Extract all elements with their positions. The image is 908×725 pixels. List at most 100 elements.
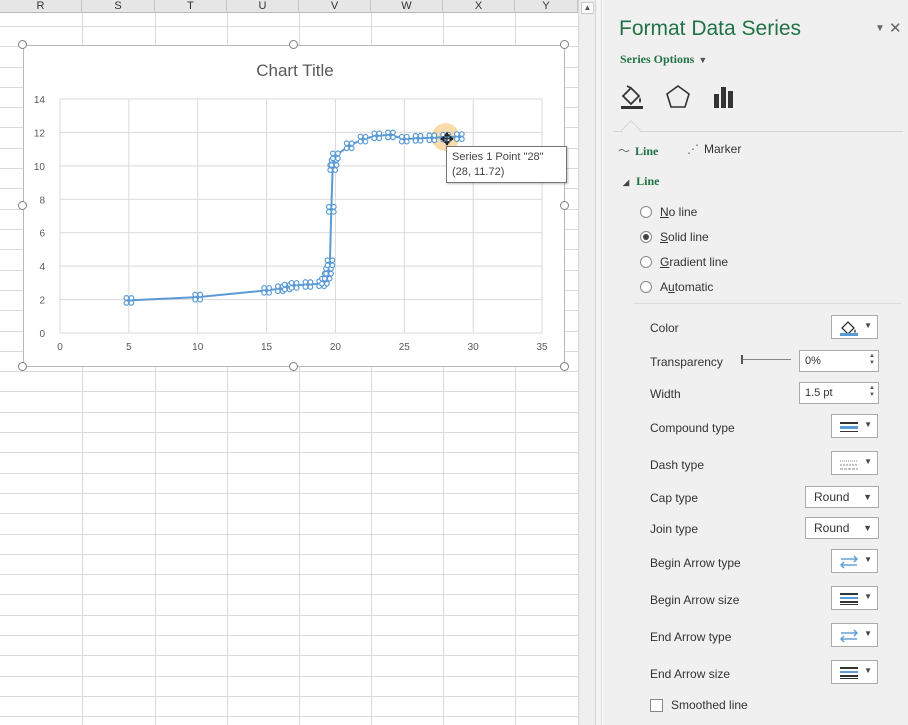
grid-row-line <box>0 696 578 697</box>
resize-handle-left[interactable] <box>18 201 27 210</box>
resize-handle-top[interactable] <box>289 40 298 49</box>
radio-automatic-pre: A <box>660 280 669 294</box>
data-point[interactable] <box>371 130 383 142</box>
y-tick-label: 6 <box>39 229 45 240</box>
radio-gradient-line-label: radient line <box>669 255 729 269</box>
data-point[interactable] <box>343 140 355 152</box>
radio-button[interactable] <box>640 256 652 268</box>
column-header-v[interactable]: V <box>299 0 371 13</box>
data-point[interactable] <box>385 129 396 141</box>
chart-area[interactable]: Chart Title 0 5 10 15 20 25 30 35 0 2 4 6 8 10 12 14 <box>23 45 565 367</box>
slider-thumb[interactable] <box>741 355 743 364</box>
column-header-u[interactable]: U <box>227 0 299 13</box>
begin-arrow-type-dropdown[interactable]: ▼ <box>831 549 878 573</box>
radio-button[interactable] <box>640 206 652 218</box>
tab-marker[interactable]: ⋰ Marker <box>687 142 741 156</box>
scroll-up-arrow-icon[interactable]: ▲ <box>581 2 594 14</box>
series-options-dropdown[interactable]: Series Options ▼ <box>620 52 707 67</box>
data-point[interactable] <box>288 279 300 291</box>
smoothed-line-checkbox[interactable] <box>650 699 663 712</box>
radio-automatic[interactable]: Automatic <box>640 280 713 298</box>
column-header-s[interactable]: S <box>82 0 155 13</box>
resize-handle-right[interactable] <box>560 201 569 210</box>
cap-type-select[interactable]: Round ▼ <box>805 486 879 508</box>
join-type-value: Round <box>814 521 850 535</box>
resize-handle-top-left[interactable] <box>18 40 27 49</box>
transparency-slider[interactable] <box>741 355 791 364</box>
radio-no-line-label: o line <box>668 205 698 219</box>
excel-window: R S T U V W X Y Chart Title 0 5 10 15 20 25 30 3… <box>0 0 908 725</box>
data-point[interactable] <box>192 291 204 303</box>
close-icon[interactable]: ✕ <box>889 19 902 37</box>
smoothed-line-checkbox-row[interactable]: Smoothed line <box>650 698 748 712</box>
column-header-t[interactable]: T <box>155 0 227 13</box>
data-point[interactable] <box>330 150 341 162</box>
chart-title: Chart Title <box>256 61 333 80</box>
data-point[interactable] <box>123 295 135 306</box>
radio-gradient-line[interactable]: Gradient line <box>640 255 728 273</box>
column-header-y[interactable]: Y <box>515 0 578 13</box>
radio-automatic-accel: u <box>668 280 675 294</box>
data-point[interactable] <box>357 133 369 145</box>
transparency-label: Transparency <box>650 355 723 369</box>
data-point[interactable] <box>324 257 336 269</box>
line-section-label: Line <box>636 174 660 188</box>
outline-color-dropdown[interactable]: ▼ <box>831 315 878 339</box>
pane-options-icon[interactable]: ▼ <box>875 23 885 34</box>
radio-solid-line-accel: S <box>660 230 669 244</box>
x-tick-label: 35 <box>536 342 548 353</box>
chevron-down-icon: ▼ <box>698 55 708 65</box>
effects-icon[interactable] <box>663 82 693 112</box>
end-arrow-size-dropdown[interactable]: ▼ <box>831 660 878 684</box>
end-arrow-type-dropdown[interactable]: ▼ <box>831 623 878 647</box>
width-spinner[interactable]: 1.5 pt ▲ ▼ <box>799 382 879 404</box>
radio-no-line[interactable]: No line <box>640 205 697 223</box>
grid-row-line <box>0 676 578 677</box>
data-point[interactable] <box>302 279 314 290</box>
data-point[interactable] <box>398 133 410 145</box>
format-data-series-pane: Format Data Series ▼ ✕ Series Options▼ <box>603 0 908 725</box>
resize-handle-bottom-left[interactable] <box>18 362 27 371</box>
dash-pattern-icon <box>840 460 858 470</box>
dash-type-dropdown[interactable]: ▼ <box>831 451 878 475</box>
join-type-select[interactable]: Round ▼ <box>805 517 879 539</box>
chevron-down-icon: ▼ <box>863 492 872 502</box>
x-tick-label: 30 <box>468 342 480 353</box>
resize-handle-bottom-right[interactable] <box>560 362 569 371</box>
pane-title: Format Data Series <box>619 17 802 40</box>
end-arrow-type-label: End Arrow type <box>650 630 732 644</box>
data-point[interactable] <box>261 284 272 296</box>
column-headers: R S T U V W X Y <box>0 0 578 13</box>
grid-row-line <box>0 452 578 453</box>
y-tick-label: 4 <box>39 262 45 273</box>
radio-button-selected[interactable] <box>640 231 652 243</box>
transparency-value: 0% <box>805 355 821 367</box>
compound-type-dropdown[interactable]: ▼ <box>831 414 878 438</box>
fill-line-icon[interactable] <box>617 82 647 112</box>
grid-row-line <box>0 716 578 717</box>
begin-arrow-size-dropdown[interactable]: ▼ <box>831 586 878 610</box>
radio-automatic-label: tomatic <box>674 280 714 294</box>
tab-line[interactable]: 〜 Line <box>618 142 658 159</box>
radio-solid-line[interactable]: Solid line <box>640 230 709 248</box>
transparency-spinner[interactable]: 0% ▲ ▼ <box>799 350 879 372</box>
data-point[interactable] <box>325 203 337 215</box>
line-section-header[interactable]: ◢ Line <box>623 174 660 189</box>
data-point[interactable] <box>412 132 424 144</box>
x-tick-label: 5 <box>126 342 132 353</box>
resize-handle-top-right[interactable] <box>560 40 569 49</box>
pane-divider[interactable] <box>596 0 602 725</box>
spinner-arrows-icon[interactable]: ▲ ▼ <box>869 385 875 399</box>
chevron-down-icon: ▼ <box>864 629 872 638</box>
resize-handle-bottom[interactable] <box>289 362 298 371</box>
column-header-w[interactable]: W <box>371 0 443 13</box>
column-header-x[interactable]: X <box>443 0 515 13</box>
series-options-icon[interactable] <box>709 82 739 112</box>
column-header-r[interactable]: R <box>0 0 82 13</box>
grid-row-line <box>0 432 578 433</box>
vertical-scrollbar[interactable]: ▲ <box>578 0 596 725</box>
radio-button[interactable] <box>640 281 652 293</box>
spinner-arrows-icon[interactable]: ▲ ▼ <box>869 353 875 367</box>
worksheet[interactable]: R S T U V W X Y Chart Title 0 5 10 15 20 25 30 3… <box>0 0 578 725</box>
arrow-type-icon <box>840 555 858 569</box>
